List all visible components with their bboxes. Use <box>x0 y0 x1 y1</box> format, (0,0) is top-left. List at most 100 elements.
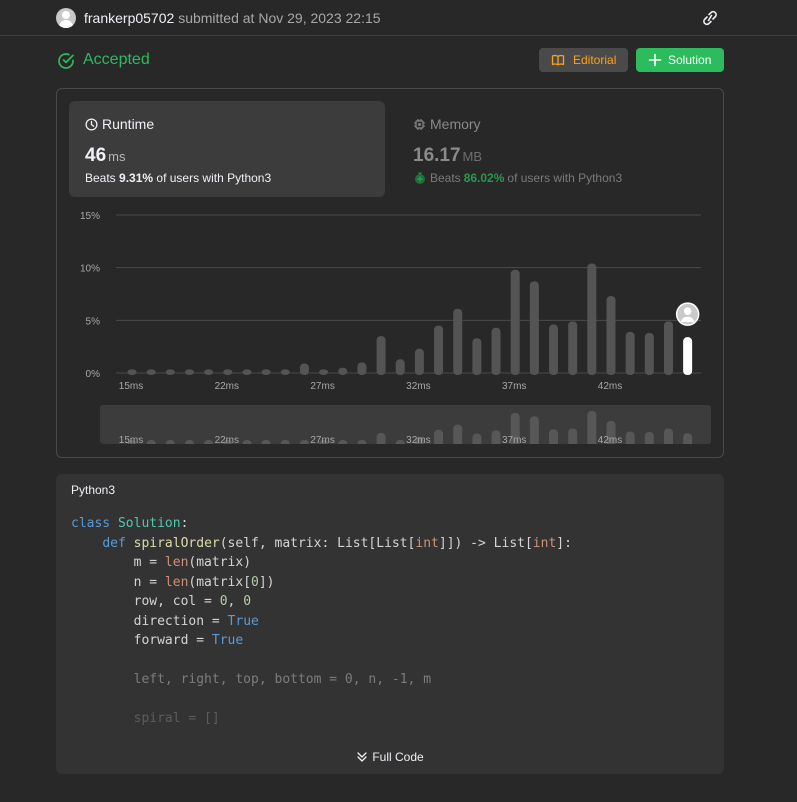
brush-bar <box>299 440 309 444</box>
runtime-title-label: Runtime <box>102 116 155 132</box>
memory-beats-suffix: of users with Python3 <box>507 171 623 185</box>
runtime-value: 46 ms <box>85 145 125 167</box>
x-tick-label: 37ms <box>502 381 526 392</box>
username-link[interactable]: frankerp05702 <box>84 10 174 26</box>
bar <box>491 327 501 375</box>
bar <box>644 332 654 375</box>
solution-label: Solution <box>668 53 712 67</box>
brush-bar <box>549 429 559 444</box>
code-block[interactable]: class Solution: def spiralOrder(self, ma… <box>71 514 572 729</box>
runtime-beats-suffix: of users with Python3 <box>156 171 272 185</box>
user-marker-head <box>683 307 692 315</box>
memory-card[interactable]: Memory 16.17 MB Beats 86.02% of users wit… <box>399 101 709 197</box>
brush-bar <box>242 440 252 444</box>
brush-tick-label: 27ms <box>310 435 334 444</box>
bar <box>165 369 175 375</box>
leaf-icon <box>415 172 425 184</box>
editorial-label: Editorial <box>573 53 617 67</box>
bar <box>376 336 386 375</box>
brush-bar <box>491 430 501 444</box>
bar <box>434 325 444 375</box>
brush-mini-chart: 15ms 22ms 27ms 32ms 37ms 42ms <box>119 411 693 444</box>
brush-tick-label: 37ms <box>502 435 526 444</box>
bar <box>568 321 578 375</box>
brush-bar <box>184 440 194 444</box>
clock-icon <box>85 117 98 131</box>
bar <box>280 369 290 375</box>
bar <box>472 338 482 375</box>
bar <box>261 369 271 375</box>
highlighted-bar <box>683 337 693 375</box>
bar <box>223 369 233 375</box>
runtime-distribution-chart[interactable]: 15% 10% 5% 0% 15ms 22ms 27ms 32ms 37ms 42ms <box>56 200 724 400</box>
solution-button[interactable]: Solution <box>636 48 724 72</box>
memory-beats-value: 86.02% <box>463 171 505 185</box>
bar <box>414 348 424 375</box>
memory-beats: Beats 86.02% of users with Python3 <box>413 171 622 185</box>
code-panel: Python3 class Solution: def spiralOrder(… <box>56 474 724 774</box>
x-tick-label: 27ms <box>310 381 334 392</box>
brush-bar <box>338 440 348 444</box>
chart-range-brush[interactable]: 15ms 22ms 27ms 32ms 37ms 42ms <box>100 405 711 444</box>
brush-bar <box>165 440 175 444</box>
brush-bar <box>357 440 367 444</box>
accepted-label: Accepted <box>83 51 150 68</box>
bar <box>146 369 156 375</box>
bar <box>242 369 252 375</box>
brush-bar <box>625 431 635 444</box>
memory-title: Memory <box>413 116 481 132</box>
full-code-button[interactable]: Full Code <box>56 750 724 764</box>
brush-bar <box>395 439 405 444</box>
brush-bar <box>472 433 482 444</box>
y-tick-label: 15% <box>80 211 100 222</box>
bar <box>453 308 463 375</box>
y-tick-label: 5% <box>86 316 101 327</box>
brush-tick-label: 32ms <box>406 435 430 444</box>
share-link-icon[interactable] <box>700 9 720 27</box>
bar <box>625 331 635 375</box>
bar <box>529 281 539 375</box>
brush-bar <box>434 429 444 444</box>
bar <box>338 367 348 375</box>
user-avatar[interactable] <box>56 8 76 28</box>
runtime-title: Runtime <box>85 116 154 132</box>
brush-bar <box>376 432 386 444</box>
bar <box>127 369 137 375</box>
book-icon <box>551 54 565 66</box>
bar <box>587 263 597 375</box>
plus-icon <box>648 53 662 67</box>
runtime-card[interactable]: Runtime 46 ms Beats 9.31% of users with P… <box>69 101 385 197</box>
bar <box>510 269 520 375</box>
brush-bar <box>204 440 214 444</box>
runtime-beats-prefix: Beats <box>85 171 116 185</box>
brush-bar <box>261 440 271 444</box>
memory-beats-prefix: Beats <box>430 171 461 185</box>
editorial-button[interactable]: Editorial <box>539 48 628 72</box>
brush-bar <box>146 440 156 444</box>
bar <box>606 296 616 375</box>
brush-bar <box>568 428 578 444</box>
brush-tick-label: 15ms <box>119 435 143 444</box>
bar <box>184 369 194 375</box>
x-tick-label: 42ms <box>598 381 622 392</box>
brush-bar <box>529 416 539 444</box>
x-tick-label: 22ms <box>215 381 239 392</box>
y-tick-label: 10% <box>80 264 100 275</box>
brush-bar <box>663 428 673 444</box>
bar <box>663 321 673 375</box>
chip-icon <box>414 118 425 130</box>
brush-bar <box>644 431 654 444</box>
submitted-at-text: submitted at Nov 29, 2023 22:15 <box>178 10 381 26</box>
bar <box>204 369 214 375</box>
submission-header: frankerp05702 submitted at Nov 29, 2023 … <box>0 0 797 36</box>
double-chevron-down-icon <box>357 752 367 762</box>
check-circle-icon <box>58 53 74 69</box>
memory-title-label: Memory <box>430 116 481 132</box>
x-tick-label: 15ms <box>119 381 143 392</box>
bar <box>395 359 405 375</box>
brush-bar <box>683 433 693 444</box>
bar <box>299 363 309 375</box>
code-language: Python3 <box>71 483 116 497</box>
brush-tick-label: 42ms <box>598 435 622 444</box>
submission-info: frankerp05702 submitted at Nov 29, 2023 … <box>84 10 381 26</box>
